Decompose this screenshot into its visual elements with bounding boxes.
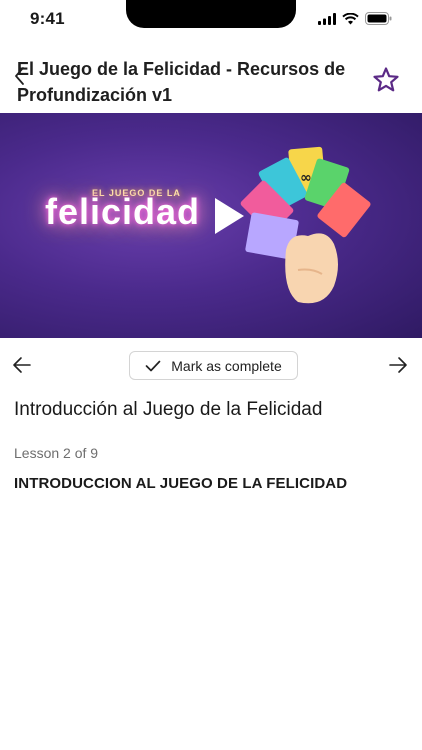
wifi-icon [342, 12, 359, 24]
arrow-left-icon[interactable] [12, 356, 32, 374]
mark-complete-button[interactable]: Mark as complete [129, 351, 298, 380]
play-icon[interactable] [212, 196, 246, 236]
status-time: 9:41 [30, 9, 65, 28]
battery-icon [365, 12, 392, 25]
svg-text:∞: ∞ [300, 170, 312, 186]
signal-icon [318, 12, 336, 25]
device-notch [126, 0, 296, 28]
lesson-progress-text: Lesson 2 of 9 [14, 445, 99, 461]
status-bar: 9:41 [0, 0, 422, 44]
video-brand-main: felicidad [45, 191, 201, 232]
video-player[interactable]: EL JUEGO DE LA felicidad ∞ [0, 113, 422, 338]
status-icons [318, 12, 392, 25]
lesson-navigation: Mark as complete [0, 348, 422, 382]
arrow-right-icon[interactable] [388, 356, 408, 374]
check-icon [145, 360, 161, 371]
lesson-heading: INTRODUCCION AL JUEGO DE LA FELICIDAD [14, 475, 348, 492]
mark-complete-label: Mark as complete [171, 357, 282, 374]
course-title: El Juego de la Felicidad - Recursos de P… [17, 59, 346, 105]
star-icon[interactable] [372, 66, 400, 94]
course-header: El Juego de la Felicidad - Recursos de P… [0, 52, 422, 112]
cards-illustration: ∞ [240, 146, 371, 304]
lesson-title: Introducción al Juego de la Felicidad [14, 399, 323, 420]
